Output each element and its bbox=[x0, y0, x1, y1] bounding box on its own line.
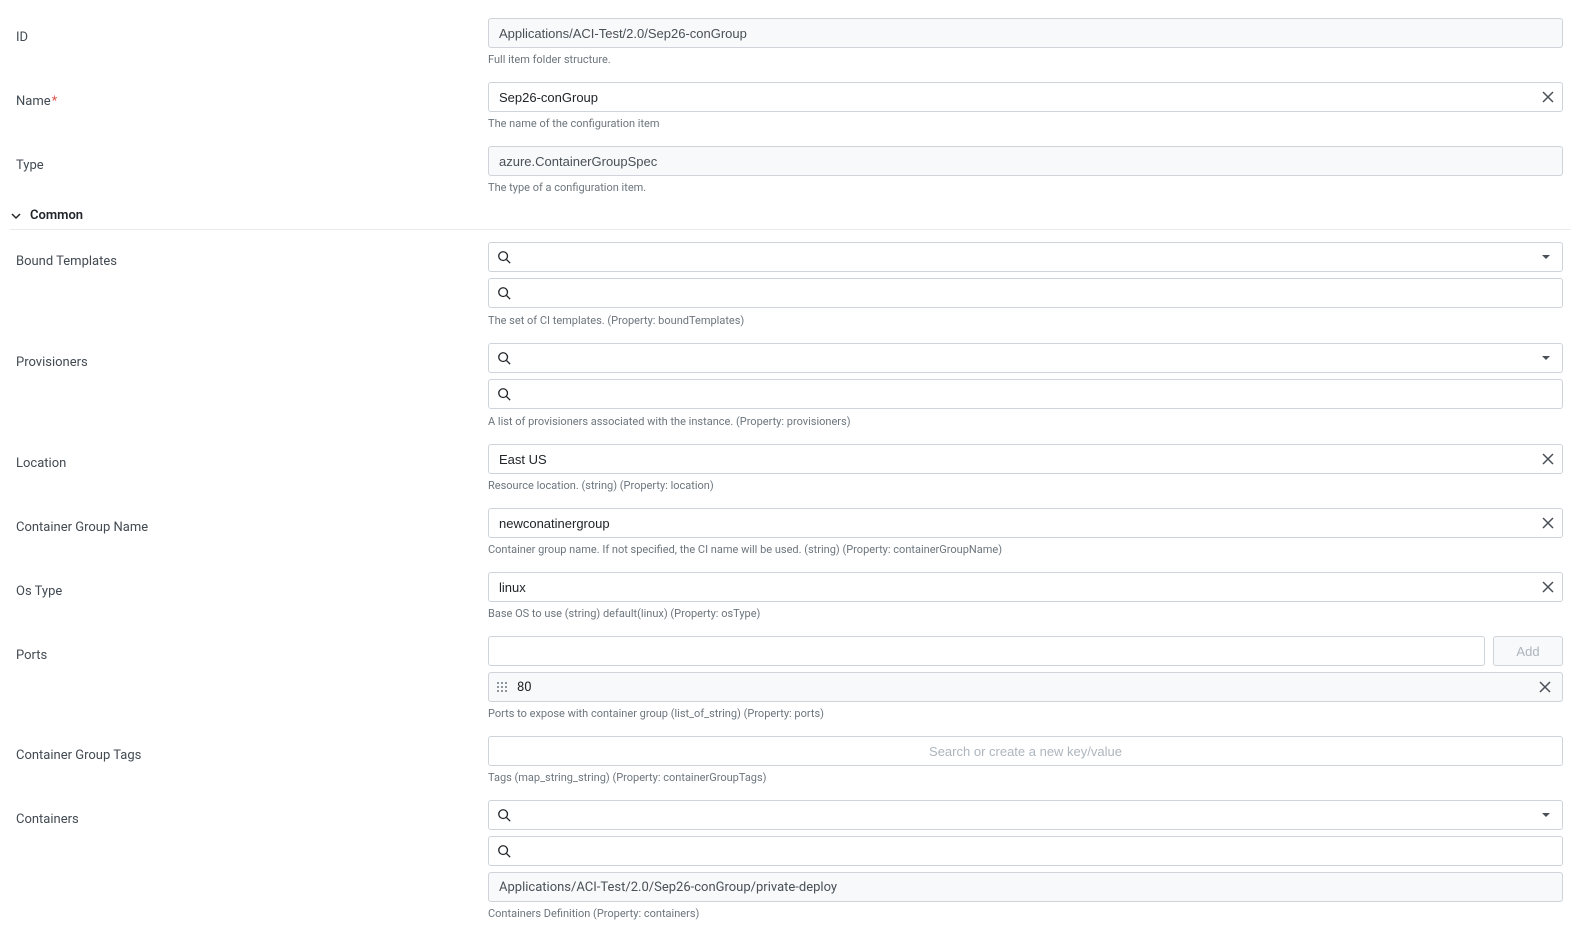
input-type bbox=[488, 146, 1563, 176]
help-containers: Containers Definition (Property: contain… bbox=[488, 907, 1563, 920]
label-container-group-tags: Container Group Tags bbox=[10, 736, 488, 763]
label-id: ID bbox=[10, 18, 488, 45]
containers-search-2[interactable] bbox=[488, 836, 1563, 866]
containers-search-input[interactable] bbox=[511, 801, 1538, 829]
label-name-text: Name bbox=[16, 94, 51, 109]
container-item-value: Applications/ACI-Test/2.0/Sep26-conGroup… bbox=[499, 880, 837, 895]
field-location: Location Resource location. (string) (Pr… bbox=[10, 436, 1571, 500]
search-icon bbox=[497, 250, 511, 264]
label-ports: Ports bbox=[10, 636, 488, 663]
section-common-title: Common bbox=[30, 208, 83, 223]
bound-templates-search-dropdown[interactable] bbox=[488, 242, 1563, 272]
port-value: 80 bbox=[517, 680, 1536, 695]
input-os-type[interactable] bbox=[488, 572, 1563, 602]
input-container-group-tags[interactable] bbox=[488, 736, 1563, 766]
search-icon bbox=[497, 844, 511, 858]
label-provisioners: Provisioners bbox=[10, 343, 488, 370]
containers-search-input-2[interactable] bbox=[511, 837, 1554, 865]
label-location: Location bbox=[10, 444, 488, 471]
label-os-type: Os Type bbox=[10, 572, 488, 599]
input-name[interactable] bbox=[488, 82, 1563, 112]
input-location[interactable] bbox=[488, 444, 1563, 474]
caret-down-icon[interactable] bbox=[1538, 350, 1554, 366]
bound-templates-search-2[interactable] bbox=[488, 278, 1563, 308]
field-id: ID Full item folder structure. bbox=[10, 10, 1571, 74]
help-provisioners: A list of provisioners associated with t… bbox=[488, 415, 1563, 428]
field-containers: Containers Applications/ACI-Test/2.0/Sep… bbox=[10, 792, 1571, 928]
provisioners-search-input-2[interactable] bbox=[511, 380, 1554, 408]
bound-templates-search-input-2[interactable] bbox=[511, 279, 1554, 307]
provisioners-search-dropdown[interactable] bbox=[488, 343, 1563, 373]
label-bound-templates: Bound Templates bbox=[10, 242, 488, 269]
help-id: Full item folder structure. bbox=[488, 53, 1563, 66]
input-container-group-name[interactable] bbox=[488, 508, 1563, 538]
search-icon bbox=[497, 808, 511, 822]
clear-container-group-name-icon[interactable] bbox=[1539, 514, 1557, 532]
caret-down-icon[interactable] bbox=[1538, 249, 1554, 265]
port-item: 80 bbox=[488, 672, 1563, 702]
field-ports: Ports Add 80 Ports to expose with contai… bbox=[10, 628, 1571, 728]
add-port-button[interactable]: Add bbox=[1493, 636, 1563, 666]
clear-os-type-icon[interactable] bbox=[1539, 578, 1557, 596]
section-common-header[interactable]: Common bbox=[10, 202, 1571, 230]
help-name: The name of the configuration item bbox=[488, 117, 1563, 130]
help-container-group-name: Container group name. If not specified, … bbox=[488, 543, 1563, 556]
provisioners-search-2[interactable] bbox=[488, 379, 1563, 409]
caret-down-icon[interactable] bbox=[1538, 807, 1554, 823]
remove-port-icon[interactable] bbox=[1536, 678, 1554, 696]
field-container-group-name: Container Group Name Container group nam… bbox=[10, 500, 1571, 564]
label-container-group-name: Container Group Name bbox=[10, 508, 488, 535]
container-item: Applications/ACI-Test/2.0/Sep26-conGroup… bbox=[488, 872, 1563, 902]
search-icon bbox=[497, 351, 511, 365]
search-icon bbox=[497, 286, 511, 300]
clear-location-icon[interactable] bbox=[1539, 450, 1557, 468]
bound-templates-search-input[interactable] bbox=[511, 243, 1538, 271]
help-ports: Ports to expose with container group (li… bbox=[488, 707, 1563, 720]
help-os-type: Base OS to use (string) default(linux) (… bbox=[488, 607, 1563, 620]
input-ports-new[interactable] bbox=[488, 636, 1485, 666]
field-bound-templates: Bound Templates The set of CI templates.… bbox=[10, 234, 1571, 335]
required-star: * bbox=[52, 94, 58, 109]
field-os-type: Os Type Base OS to use (string) default(… bbox=[10, 564, 1571, 628]
field-name: Name* The name of the configuration item bbox=[10, 74, 1571, 138]
search-icon bbox=[497, 387, 511, 401]
help-type: The type of a configuration item. bbox=[488, 181, 1563, 194]
field-provisioners: Provisioners A list of provisioners asso… bbox=[10, 335, 1571, 436]
drag-handle-icon[interactable] bbox=[497, 682, 507, 692]
input-id bbox=[488, 18, 1563, 48]
containers-search-dropdown[interactable] bbox=[488, 800, 1563, 830]
field-type: Type The type of a configuration item. bbox=[10, 138, 1571, 202]
field-container-group-tags: Container Group Tags Tags (map_string_st… bbox=[10, 728, 1571, 792]
label-containers: Containers bbox=[10, 800, 488, 827]
label-name: Name* bbox=[10, 82, 488, 109]
chevron-down-icon bbox=[10, 210, 22, 222]
clear-name-icon[interactable] bbox=[1539, 88, 1557, 106]
provisioners-search-input[interactable] bbox=[511, 344, 1538, 372]
help-container-group-tags: Tags (map_string_string) (Property: cont… bbox=[488, 771, 1563, 784]
help-bound-templates: The set of CI templates. (Property: boun… bbox=[488, 314, 1563, 327]
label-type: Type bbox=[10, 146, 488, 173]
help-location: Resource location. (string) (Property: l… bbox=[488, 479, 1563, 492]
